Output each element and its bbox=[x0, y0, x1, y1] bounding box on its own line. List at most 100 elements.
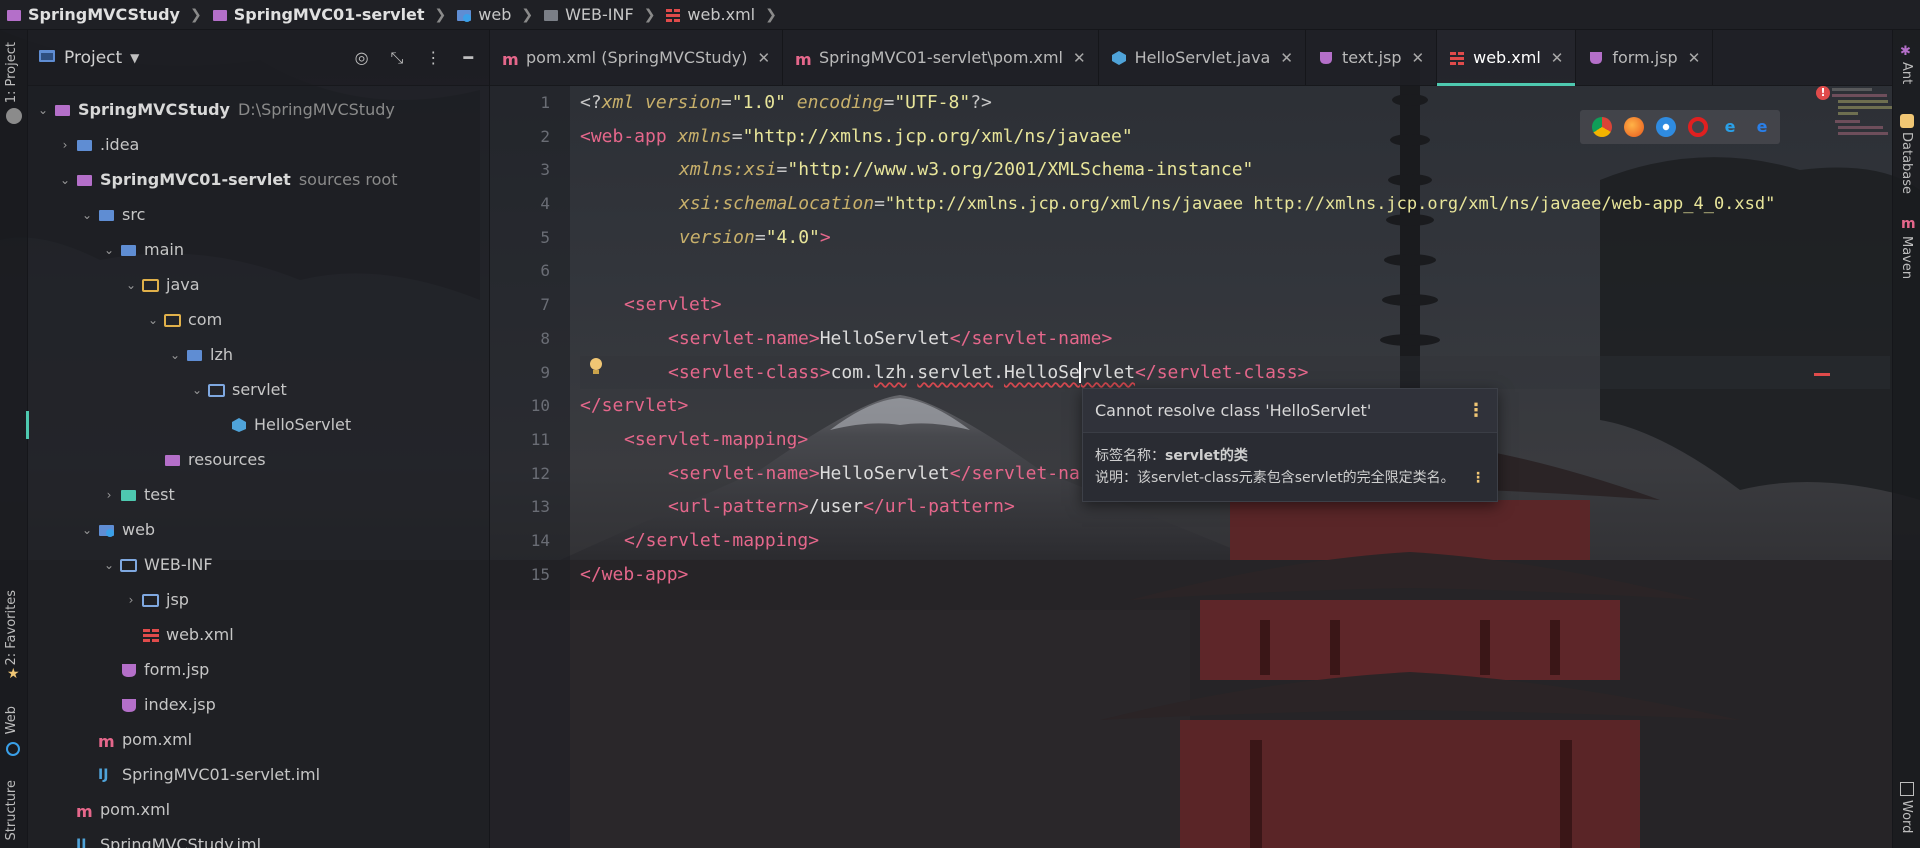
tree-item-resources[interactable]: resources bbox=[28, 442, 489, 477]
code-token: com. bbox=[830, 361, 874, 383]
tab-module-pom[interactable]: m SpringMVC01-servlet\pom.xml ✕ bbox=[783, 30, 1099, 85]
close-icon[interactable]: ✕ bbox=[1280, 49, 1293, 67]
tree-item-indexjsp[interactable]: index.jsp bbox=[28, 687, 489, 722]
line-number: 6 bbox=[540, 261, 550, 281]
popup-description: 说明：该servlet-class元素包含servlet的完全限定类名。 bbox=[1095, 470, 1455, 486]
edge-icon[interactable]: e bbox=[1752, 117, 1772, 137]
locate-icon[interactable]: ◎ bbox=[355, 48, 369, 67]
tree-item-module-iml[interactable]: IJ SpringMVC01-servlet.iml bbox=[28, 757, 489, 792]
favorites-tool-button[interactable]: 2: Favorites bbox=[4, 590, 19, 666]
tree-item-formjsp[interactable]: form.jsp bbox=[28, 652, 489, 687]
code-minimap[interactable] bbox=[1832, 86, 1896, 146]
firefox-icon[interactable] bbox=[1624, 117, 1644, 137]
more-actions-icon[interactable]: ⋮ bbox=[1467, 400, 1485, 421]
word-tool-button[interactable]: Word bbox=[1899, 800, 1914, 833]
collapse-all-icon[interactable]: ⤡ bbox=[391, 48, 404, 68]
chevron-down-icon[interactable]: ⌄ bbox=[34, 103, 52, 117]
close-icon[interactable]: ✕ bbox=[1073, 49, 1086, 67]
tab-form-jsp[interactable]: form.jsp ✕ bbox=[1576, 30, 1714, 85]
chevron-down-icon[interactable]: ⌄ bbox=[78, 523, 96, 537]
tree-item-main[interactable]: ⌄ main bbox=[28, 232, 489, 267]
close-icon[interactable]: ✕ bbox=[1688, 49, 1701, 67]
breadcrumb-item-module[interactable]: SpringMVC01-servlet bbox=[212, 5, 425, 24]
error-stripe-marker[interactable] bbox=[1814, 373, 1830, 376]
chevron-down-icon[interactable]: ⌄ bbox=[144, 313, 162, 327]
popup-label-prefix: 标签名称： bbox=[1095, 448, 1165, 464]
tree-item-helloservlet[interactable]: HelloServlet bbox=[26, 407, 489, 442]
tree-item-webinf[interactable]: ⌄ WEB-INF bbox=[28, 547, 489, 582]
code-token: "http://xmlns.jcp.org/xml/ns/javaee" bbox=[742, 125, 1133, 147]
chevron-down-icon[interactable]: ⌄ bbox=[166, 348, 184, 362]
tree-item-jsp[interactable]: › jsp bbox=[28, 582, 489, 617]
tab-text-jsp[interactable]: text.jsp ✕ bbox=[1306, 30, 1438, 85]
more-options-icon[interactable]: ⋮ bbox=[425, 48, 441, 67]
safari-icon[interactable] bbox=[1656, 117, 1676, 137]
chevron-down-icon[interactable]: ▼ bbox=[130, 51, 139, 65]
java-class-icon bbox=[1111, 50, 1127, 66]
chevron-down-icon[interactable]: ⌄ bbox=[56, 173, 74, 187]
ant-tool-button[interactable]: Ant bbox=[1899, 62, 1914, 84]
folder-icon bbox=[212, 7, 228, 23]
structure-tool-button[interactable]: Structure bbox=[4, 780, 19, 840]
tab-web-xml[interactable]: web.xml ✕ bbox=[1437, 30, 1577, 86]
database-tool-button[interactable]: Database bbox=[1899, 132, 1914, 194]
project-tool-button[interactable]: 1: Project bbox=[4, 42, 19, 103]
line-number: 8 bbox=[540, 328, 550, 348]
tree-item-module-pom[interactable]: m pom.xml bbox=[28, 722, 489, 757]
intention-bulb-icon[interactable] bbox=[586, 356, 606, 376]
close-icon[interactable]: ✕ bbox=[1412, 49, 1425, 67]
opera-icon[interactable] bbox=[1688, 117, 1708, 137]
tab-root-pom[interactable]: m pom.xml (SpringMVCStudy) ✕ bbox=[490, 30, 784, 85]
chevron-down-icon[interactable]: ⌄ bbox=[100, 243, 118, 257]
breadcrumb-item-webinf[interactable]: WEB-INF bbox=[543, 5, 634, 24]
chevron-down-icon[interactable]: ⌄ bbox=[188, 383, 206, 397]
chevron-down-icon[interactable]: ⌄ bbox=[122, 278, 140, 292]
tree-item-servlet[interactable]: ⌄ servlet bbox=[28, 372, 489, 407]
web-tool-button[interactable]: Web bbox=[4, 706, 19, 734]
tree-item-root-iml[interactable]: IJ SpringMVCStudy.iml bbox=[28, 827, 489, 848]
ie-icon[interactable]: e bbox=[1720, 117, 1740, 137]
breadcrumb-item-project[interactable]: SpringMVCStudy bbox=[6, 5, 180, 24]
error-indicator-icon[interactable]: ! bbox=[1816, 86, 1830, 100]
line-number: 15 bbox=[530, 564, 550, 584]
tree-item-label: src bbox=[122, 205, 146, 224]
breadcrumb-item-file[interactable]: web.xml bbox=[665, 5, 755, 24]
project-view-selector[interactable]: Project bbox=[64, 48, 122, 68]
breadcrumb-label: web bbox=[478, 5, 512, 24]
minimize-icon[interactable]: ━ bbox=[463, 48, 473, 67]
popup-description-line: 说明：该servlet-class元素包含servlet的完全限定类名。 ⋮ bbox=[1095, 467, 1485, 489]
code-token: version bbox=[679, 226, 755, 248]
tree-item-module[interactable]: ⌄ SpringMVC01-servlet sources root bbox=[28, 162, 489, 197]
chevron-right-icon[interactable]: › bbox=[122, 593, 140, 607]
chrome-icon[interactable] bbox=[1592, 117, 1612, 137]
tree-item-test[interactable]: › test bbox=[28, 477, 489, 512]
code-line: </servlet-mapping> bbox=[580, 524, 1890, 558]
tree-item-com[interactable]: ⌄ com bbox=[28, 302, 489, 337]
tree-item-java[interactable]: ⌄ java bbox=[28, 267, 489, 302]
chevron-down-icon[interactable]: ⌄ bbox=[100, 558, 118, 572]
close-icon[interactable]: ✕ bbox=[757, 49, 770, 67]
jsp-file-icon bbox=[1318, 50, 1334, 66]
tab-helloservlet-java[interactable]: HelloServlet.java ✕ bbox=[1099, 30, 1306, 85]
chevron-right-icon[interactable]: › bbox=[100, 488, 118, 502]
tree-item-src[interactable]: ⌄ src bbox=[28, 197, 489, 232]
tree-item-webxml[interactable]: web.xml bbox=[28, 617, 489, 652]
breadcrumb-item-web[interactable]: web bbox=[456, 5, 511, 24]
code-line: <servlet> bbox=[580, 288, 1890, 322]
tree-item-idea[interactable]: › .idea bbox=[28, 127, 489, 162]
close-icon[interactable]: ✕ bbox=[1551, 49, 1564, 67]
tree-item-label: test bbox=[144, 485, 175, 504]
chevron-right-icon[interactable]: › bbox=[56, 138, 74, 152]
line-number: 4 bbox=[540, 194, 550, 214]
chevron-down-icon[interactable]: ⌄ bbox=[78, 208, 96, 222]
code-editor[interactable]: <?xml version="1.0" encoding="UTF-8"?> <… bbox=[580, 86, 1890, 591]
code-token: servlet bbox=[917, 361, 994, 383]
tree-item-web[interactable]: ⌄ web bbox=[28, 512, 489, 547]
maven-tool-button[interactable]: Maven bbox=[1899, 236, 1914, 279]
tree-item-root-pom[interactable]: m pom.xml bbox=[28, 792, 489, 827]
tree-item-project-root[interactable]: ⌄ SpringMVCStudy D:\SpringMVCStudy bbox=[28, 92, 489, 127]
folder-icon bbox=[76, 137, 94, 153]
line-number: 5 bbox=[540, 227, 550, 247]
tree-item-lzh[interactable]: ⌄ lzh bbox=[28, 337, 489, 372]
more-actions-icon[interactable]: ⋮ bbox=[1471, 467, 1485, 489]
